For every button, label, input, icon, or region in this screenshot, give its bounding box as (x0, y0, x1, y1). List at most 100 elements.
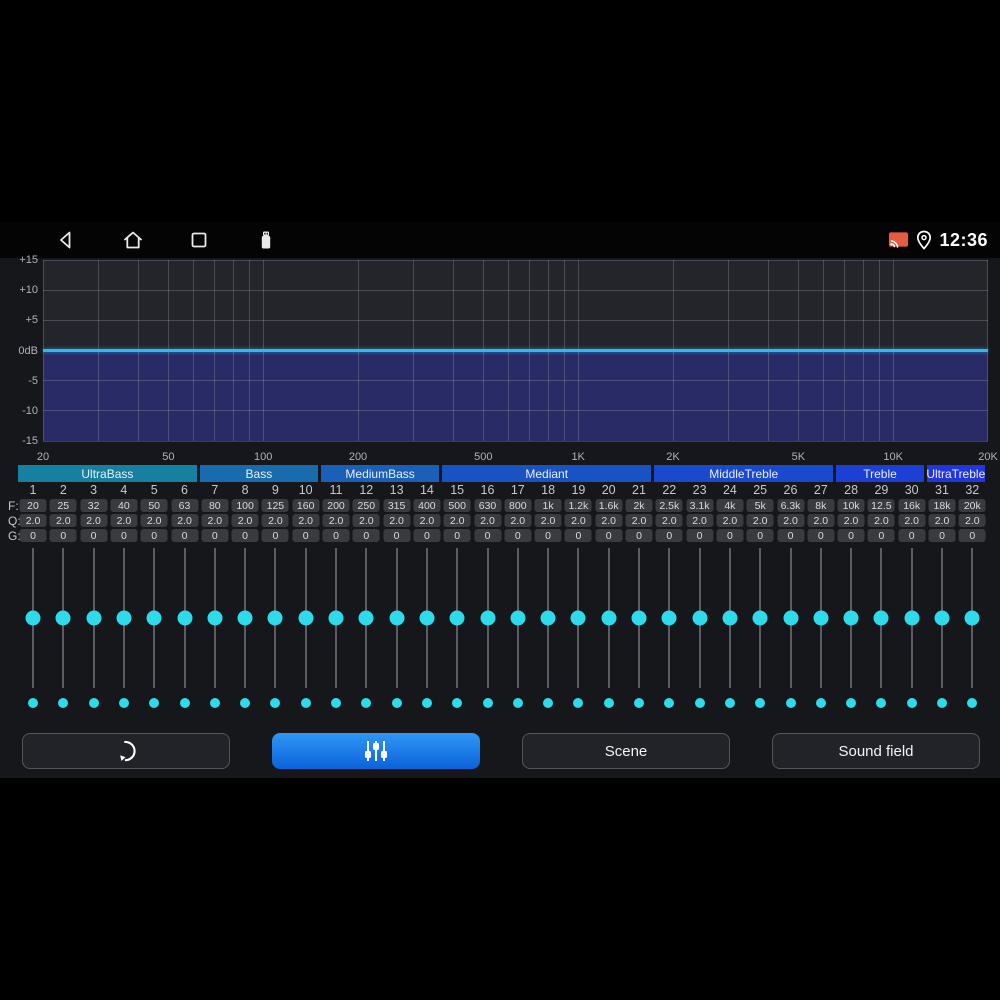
band-indicator-dot[interactable] (603, 698, 614, 708)
band-indicator-dot[interactable] (482, 698, 493, 708)
band-slider-knob[interactable] (843, 610, 859, 626)
band-slider-knob[interactable] (692, 610, 708, 626)
scene-button[interactable]: Scene (522, 733, 730, 769)
gain-value-cell: 0 (655, 529, 683, 542)
band-indicator-dot[interactable] (755, 698, 766, 708)
band-slider-knob[interactable] (116, 610, 132, 626)
band-indicator-dot[interactable] (785, 698, 796, 708)
scene-button-label: Scene (604, 742, 648, 760)
band-slider-knob[interactable] (904, 610, 920, 626)
q-value-cell: 2.0 (504, 514, 532, 527)
band-slider-knob[interactable] (146, 610, 162, 626)
frequency-value-cell: 500 (443, 499, 471, 512)
band-slider-knob[interactable] (601, 610, 617, 626)
y-tick-label: +5 (25, 314, 38, 327)
band-indicator-dot[interactable] (846, 698, 857, 708)
gain-value-cell: 0 (898, 529, 926, 542)
gain-value-cell: 0 (110, 529, 138, 542)
band-slider-knob[interactable] (510, 610, 526, 626)
band-slider-knob[interactable] (752, 610, 768, 626)
band-slider-knob[interactable] (449, 610, 465, 626)
band-slider-knob[interactable] (86, 610, 102, 626)
band-slider-knob[interactable] (873, 610, 889, 626)
home-button-icon[interactable] (121, 228, 145, 252)
band-indicator-dot[interactable] (634, 698, 644, 708)
band-indicator-dot[interactable] (815, 698, 826, 708)
gain-value-cell: 0 (564, 529, 592, 542)
sound-field-button[interactable]: Sound field (772, 733, 980, 769)
band-indicator-dot[interactable] (209, 698, 220, 708)
band-indicator-dot[interactable] (58, 698, 69, 708)
band-indicator-dot[interactable] (240, 698, 251, 708)
band-indicator-dot[interactable] (937, 698, 947, 708)
h-gridline (43, 440, 988, 442)
band-slider-knob[interactable] (267, 610, 283, 626)
band-slider-knob[interactable] (661, 610, 677, 626)
back-button-icon[interactable] (54, 228, 78, 252)
band-indicator-dot[interactable] (391, 698, 402, 708)
band-indicator-dot[interactable] (906, 698, 917, 708)
band-slider-knob[interactable] (328, 610, 344, 626)
band-indicator-dot[interactable] (543, 698, 554, 708)
equalizer-button[interactable] (272, 733, 480, 769)
band-slider-knob[interactable] (964, 610, 980, 626)
band-indicator-dot[interactable] (724, 698, 735, 708)
band-slider-knob[interactable] (934, 610, 950, 626)
frequency-value-cell: 4k (716, 499, 744, 512)
band-indicator-dot[interactable] (361, 698, 372, 708)
band-slider-knob[interactable] (570, 610, 586, 626)
band-slider-knob[interactable] (480, 610, 495, 626)
gain-value-cell: 0 (231, 529, 259, 542)
x-tick-label: 500 (474, 451, 493, 463)
band-slider-knob[interactable] (813, 610, 829, 626)
gain-value-cell: 0 (80, 529, 108, 542)
x-tick-label: 10K (883, 451, 903, 463)
band-indicator-dot[interactable] (876, 698, 887, 708)
band-indicator-dot[interactable] (28, 698, 38, 708)
band-slider-knob[interactable] (298, 610, 314, 626)
band-indicator-dot[interactable] (179, 698, 190, 708)
band-slider-knob[interactable] (237, 610, 253, 626)
band-indicator-dot[interactable] (88, 698, 99, 708)
band-slider-knob[interactable] (207, 610, 223, 626)
band-number: 2 (59, 483, 67, 497)
frequency-row-label: F: (8, 499, 19, 513)
band-slider-knob[interactable] (419, 610, 435, 626)
band-slider-knob[interactable] (540, 610, 556, 626)
band-indicator-dot[interactable] (452, 698, 463, 708)
band-indicator-dot[interactable] (664, 698, 675, 708)
band-slider-knob[interactable] (722, 610, 738, 626)
band-indicator-dot[interactable] (512, 698, 523, 708)
band-slider-knob[interactable] (631, 610, 647, 626)
band-slider-knob[interactable] (358, 610, 374, 626)
recent-apps-button-icon[interactable] (187, 228, 211, 252)
y-tick-label: +10 (19, 284, 38, 297)
gain-value-cell: 0 (322, 529, 350, 542)
band-indicator-dot[interactable] (573, 698, 584, 708)
band-indicator-dot[interactable] (421, 698, 432, 708)
band-number: 32 (965, 483, 980, 497)
band-slider-knob[interactable] (783, 610, 798, 626)
band-indicator-dot[interactable] (270, 698, 281, 708)
band-indicator-dot[interactable] (967, 698, 978, 708)
usb-device-icon[interactable] (254, 228, 278, 252)
q-value-cell: 2.0 (534, 514, 562, 527)
band-slider-knob[interactable] (389, 610, 405, 626)
band-group-label: MediumBass (321, 465, 440, 482)
band-indicator-dot[interactable] (118, 698, 129, 708)
band-slider-knob[interactable] (177, 610, 192, 626)
frequency-value-cell: 2k (625, 499, 653, 512)
x-tick-label: 20 (36, 451, 50, 463)
band-indicator-dot[interactable] (149, 698, 160, 708)
band-number: 31 (935, 483, 949, 497)
band-indicator-dot[interactable] (300, 698, 311, 708)
band-indicator-dot[interactable] (694, 698, 705, 708)
band-slider-knob[interactable] (55, 610, 71, 626)
band-indicator-dot[interactable] (331, 698, 341, 708)
band-slider-knob[interactable] (25, 610, 41, 626)
band-number: 7 (211, 483, 219, 497)
frequency-value-cell: 20k (958, 499, 986, 512)
q-value-cell: 2.0 (231, 514, 259, 527)
x-tick-label: 100 (253, 451, 273, 463)
reset-button[interactable] (22, 733, 230, 769)
